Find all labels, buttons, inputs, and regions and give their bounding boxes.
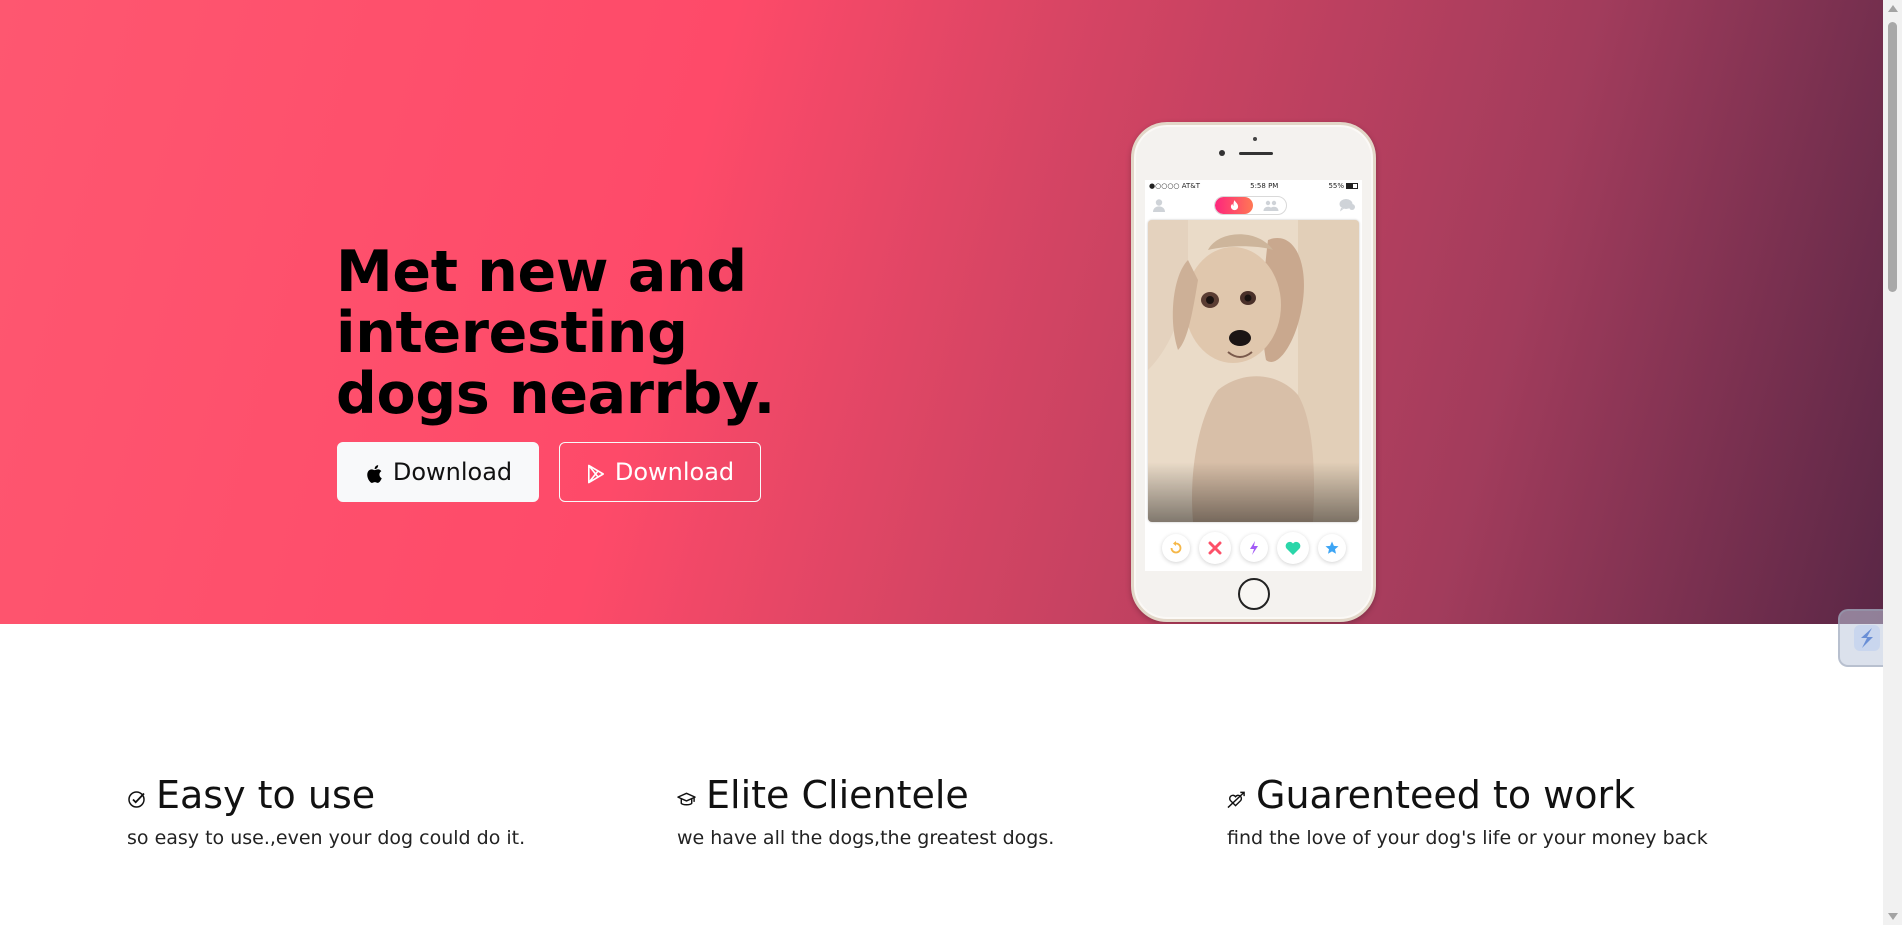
feature-guaranteed: Guarenteed to work find the love of your… <box>1227 772 1747 849</box>
swipe-actions <box>1145 530 1362 566</box>
heart-arrow-icon <box>1227 790 1246 809</box>
scrollbar-thumb[interactable] <box>1888 22 1897 292</box>
chat-icon <box>1339 199 1355 212</box>
phone-speaker <box>1239 152 1273 155</box>
google-play-download-label: Download <box>614 458 735 486</box>
phone-camera <box>1219 150 1225 156</box>
status-time: 5:58 PM <box>1250 182 1279 190</box>
phone-mockup: ●○○○○ AT&T 5:58 PM 55% <box>1131 122 1376 622</box>
feature-elite-clientele: Elite Clientele we have all the dogs,the… <box>677 772 1197 849</box>
scroll-down-arrow-icon[interactable] <box>1888 913 1898 920</box>
status-carrier: ●○○○○ AT&T <box>1149 182 1201 190</box>
nope-icon <box>1198 532 1231 564</box>
apple-download-button[interactable]: Download <box>337 442 539 502</box>
google-play-download-button[interactable]: Download <box>559 442 761 502</box>
feature-easy-to-use: Easy to use so easy to use.,even your do… <box>127 772 647 849</box>
group-icon <box>1263 200 1279 211</box>
hero-title: Met new and interesting dogs nearrby. <box>336 239 775 427</box>
apple-download-label: Download <box>392 458 513 486</box>
profile-icon <box>1153 199 1165 212</box>
lightning-icon <box>1854 625 1880 651</box>
feature-title: Easy to use <box>156 773 376 817</box>
hero-section: Met new and interesting dogs nearrby. Do… <box>0 0 1883 624</box>
graduation-cap-icon <box>677 790 696 809</box>
apple-icon <box>364 463 384 485</box>
scroll-up-arrow-icon[interactable] <box>1888 5 1898 12</box>
status-battery: 55% <box>1328 182 1358 190</box>
discover-toggle <box>1214 196 1287 215</box>
dog-profile-card <box>1148 220 1359 522</box>
feature-title: Elite Clientele <box>706 773 969 817</box>
phone-home-button <box>1238 578 1270 610</box>
vertical-scrollbar[interactable] <box>1883 0 1902 925</box>
feature-text: find the love of your dog's life or your… <box>1227 827 1708 849</box>
feature-heading: Easy to use <box>127 772 647 818</box>
feature-heading: Elite Clientele <box>677 772 1197 818</box>
like-icon <box>1276 532 1309 564</box>
check-circle-icon <box>127 790 146 809</box>
feature-text: so easy to use.,even your dog could do i… <box>127 827 526 849</box>
super-like-icon <box>1317 534 1346 562</box>
rewind-icon <box>1161 534 1190 562</box>
card-shade <box>1148 462 1359 522</box>
battery-icon <box>1346 183 1358 189</box>
phone-screen: ●○○○○ AT&T 5:58 PM 55% <box>1145 180 1362 571</box>
features-section: Easy to use so easy to use.,even your do… <box>0 624 1883 925</box>
phone-status-bar: ●○○○○ AT&T 5:58 PM 55% <box>1145 180 1362 192</box>
flame-icon <box>1215 197 1253 214</box>
feature-text: we have all the dogs,the greatest dogs. <box>677 827 1055 849</box>
feature-heading: Guarenteed to work <box>1227 772 1747 818</box>
boost-icon <box>1239 534 1268 562</box>
feature-title: Guarenteed to work <box>1256 773 1636 817</box>
app-top-nav <box>1145 194 1362 216</box>
google-play-icon <box>586 463 606 485</box>
phone-sensor <box>1253 137 1257 141</box>
